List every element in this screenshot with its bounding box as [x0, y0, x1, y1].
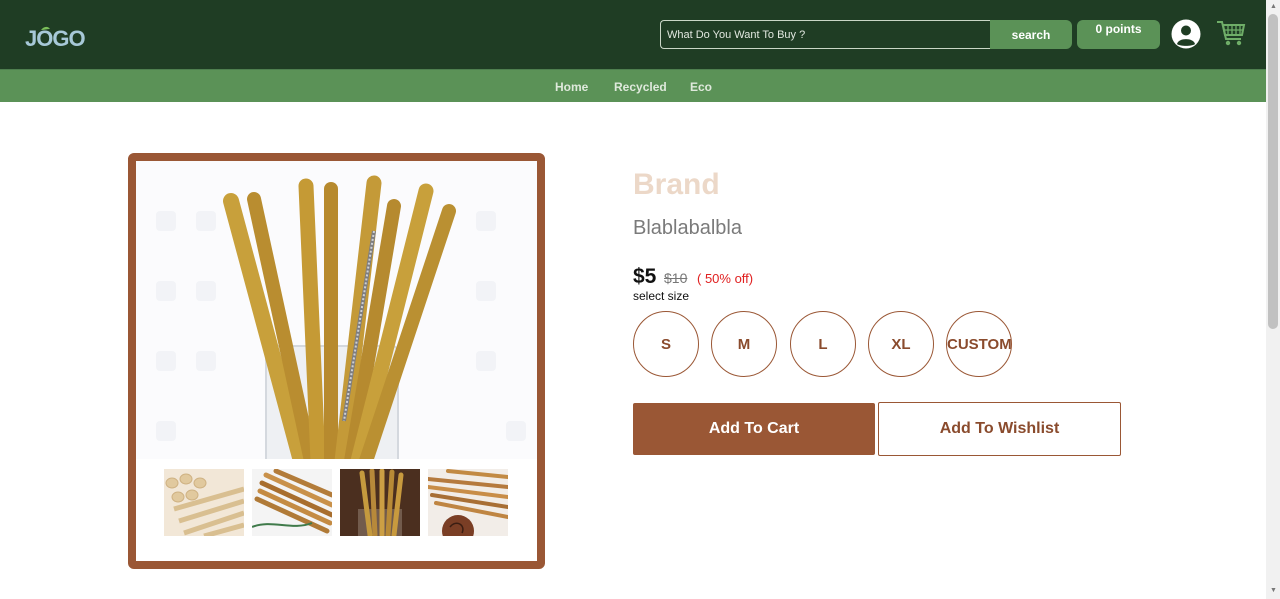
- size-option-xl[interactable]: XL: [868, 311, 934, 377]
- points-label: 0 points: [1095, 22, 1142, 36]
- product-gallery: [128, 153, 545, 569]
- product-price: $5: [633, 265, 657, 288]
- logo-text: JOGO: [25, 26, 85, 50]
- jogo-logo[interactable]: JOGO: [24, 24, 98, 50]
- product-name: Blablabalbla: [633, 217, 742, 239]
- product-thumbnail[interactable]: [340, 469, 420, 536]
- product-thumbnail[interactable]: [428, 469, 508, 536]
- search-input[interactable]: [660, 20, 990, 49]
- size-option-l[interactable]: L: [790, 311, 856, 377]
- category-nav: Home Recycled Eco: [0, 70, 1266, 102]
- discount-badge: ( 50% off): [697, 271, 754, 286]
- nav-eco-link[interactable]: Eco: [690, 80, 712, 94]
- product-brand: Brand: [633, 168, 720, 201]
- size-label: select size: [633, 289, 690, 303]
- user-avatar-icon[interactable]: [1171, 19, 1201, 49]
- add-to-wishlist-button[interactable]: Add To Wishlist: [878, 402, 1121, 456]
- nav-home-link[interactable]: Home: [555, 80, 588, 94]
- add-to-cart-button[interactable]: Add To Cart: [633, 403, 875, 455]
- shopping-cart-icon[interactable]: [1216, 18, 1246, 48]
- points-button[interactable]: 0 points: [1077, 20, 1160, 49]
- scroll-up-arrow-icon[interactable]: ▲: [1270, 3, 1277, 10]
- size-option-custom[interactable]: CUSTOM: [946, 311, 1012, 377]
- search-button[interactable]: search: [990, 20, 1072, 49]
- original-price: $10: [664, 270, 688, 286]
- header: JOGO search 0 points: [0, 0, 1266, 70]
- product-thumbnail[interactable]: [164, 469, 244, 536]
- product-thumbnail[interactable]: [252, 469, 332, 536]
- size-option-m[interactable]: M: [711, 311, 777, 377]
- nav-recycled-link[interactable]: Recycled: [614, 80, 667, 94]
- page-scrollbar[interactable]: ▲ ▼: [1266, 0, 1280, 599]
- size-option-s[interactable]: S: [633, 311, 699, 377]
- scroll-down-arrow-icon[interactable]: ▼: [1270, 587, 1277, 594]
- scrollbar-thumb[interactable]: [1268, 14, 1278, 329]
